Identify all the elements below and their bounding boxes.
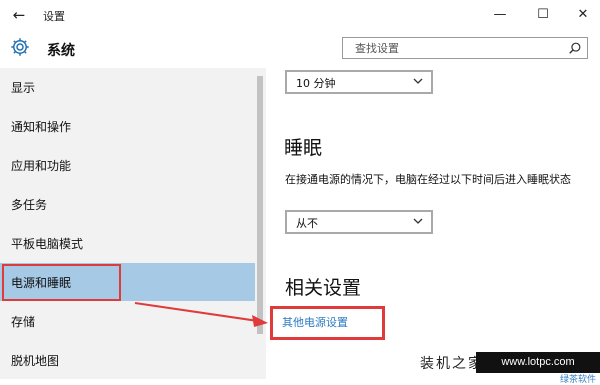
close-button[interactable]: ✕ <box>568 3 598 27</box>
minimize-button[interactable]: — <box>485 3 515 27</box>
search-box[interactable] <box>342 37 588 59</box>
sleep-timeout-dropdown[interactable]: 从不 <box>285 210 433 234</box>
sidebar-item-label: 应用和功能 <box>11 159 72 173</box>
selected-item-highlight <box>2 264 121 301</box>
sidebar-item-display[interactable]: 显示 <box>0 68 255 106</box>
sidebar-item-label: 多任务 <box>11 198 48 212</box>
sidebar-item-tablet-mode[interactable]: 平板电脑模式 <box>0 224 255 262</box>
related-settings-heading: 相关设置 <box>285 277 362 299</box>
settings-header: 系统 <box>0 31 600 68</box>
watermark: 装机之家 www.lotpc.com 绿茶软件 <box>420 350 600 385</box>
other-power-settings-link[interactable]: 其他电源设置 <box>282 314 348 330</box>
watermark-url: www.lotpc.com <box>476 352 600 373</box>
screen-timeout-dropdown[interactable]: 10 分钟 <box>285 70 433 94</box>
dropdown-value: 从不 <box>296 217 318 230</box>
watermark-text: 装机之家 <box>420 356 484 372</box>
sidebar: 显示 通知和操作 应用和功能 多任务 平板电脑模式 电源和睡眠 存储 脱机地图 <box>0 68 266 379</box>
chevron-down-icon <box>413 78 423 84</box>
sidebar-item-apps[interactable]: 应用和功能 <box>0 146 255 184</box>
gear-icon <box>11 38 29 56</box>
sidebar-item-label: 显示 <box>11 81 36 95</box>
sidebar-item-notifications[interactable]: 通知和操作 <box>0 107 255 145</box>
sidebar-item-label: 通知和操作 <box>11 120 72 134</box>
sidebar-item-offline-maps[interactable]: 脱机地图 <box>0 341 255 379</box>
sidebar-item-multitasking[interactable]: 多任务 <box>0 185 255 223</box>
page-title: 系统 <box>47 43 75 59</box>
sidebar-scrollbar-thumb[interactable] <box>257 76 263 334</box>
sidebar-item-label: 脱机地图 <box>11 354 60 368</box>
sleep-description: 在接通电源的情况下，电脑在经过以下时间后进入睡眠状态 <box>285 173 571 186</box>
sidebar-item-storage[interactable]: 存储 <box>0 302 255 340</box>
back-button[interactable]: ← <box>8 4 30 26</box>
window-title: 设置 <box>43 10 65 23</box>
sidebar-item-label: 存储 <box>11 315 36 329</box>
sidebar-item-label: 平板电脑模式 <box>11 237 84 251</box>
dropdown-value: 10 分钟 <box>296 77 336 90</box>
maximize-button[interactable]: ☐ <box>528 3 558 27</box>
sleep-heading: 睡眠 <box>284 137 323 159</box>
chevron-down-icon <box>413 218 423 224</box>
search-icon[interactable] <box>568 41 582 55</box>
title-bar: ← 设置 — ☐ ✕ <box>0 0 600 31</box>
search-input[interactable] <box>355 40 555 56</box>
